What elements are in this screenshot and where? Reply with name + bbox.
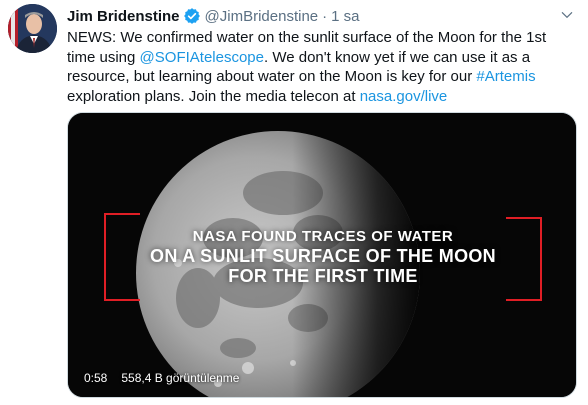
verified-badge-icon bbox=[183, 7, 201, 25]
url-link[interactable]: nasa.gov/live bbox=[360, 88, 448, 105]
video-caption-line1: NASA FOUND TRACES OF WATER bbox=[192, 228, 454, 245]
mention-link[interactable]: @SOFIAtelescope bbox=[140, 49, 264, 66]
tweet-text: NEWS: We confirmed water on the sunlit s… bbox=[67, 28, 577, 106]
video-player[interactable]: NASA FOUND TRACES OF WATER ON A SUNLIT S… bbox=[67, 112, 577, 398]
hashtag-link[interactable]: #Artemis bbox=[476, 68, 535, 85]
video-caption-line3: FOR THE FIRST TIME bbox=[228, 266, 418, 286]
video-duration: 0:58 bbox=[84, 371, 108, 385]
author-name[interactable]: Jim Bridenstine bbox=[67, 8, 180, 25]
tweet-time[interactable]: 1 sa bbox=[331, 8, 359, 25]
header-separator: · bbox=[322, 7, 328, 25]
text-segment: exploration plans. Join the media teleco… bbox=[67, 87, 360, 105]
more-chevron-icon[interactable] bbox=[556, 6, 578, 24]
tweet-card[interactable]: Jim Bridenstine @JimBridenstine · 1 sa N… bbox=[0, 0, 588, 405]
video-meta: 0:58 558,4 B görüntülenme bbox=[84, 371, 239, 385]
author-handle[interactable]: @JimBridenstine bbox=[205, 8, 319, 25]
tweet-header: Jim Bridenstine @JimBridenstine · 1 sa bbox=[67, 6, 360, 26]
avatar[interactable] bbox=[8, 4, 57, 53]
video-caption-line2: ON A SUNLIT SURFACE OF THE MOON bbox=[150, 246, 496, 266]
video-views: 558,4 B görüntülenme bbox=[121, 371, 240, 385]
